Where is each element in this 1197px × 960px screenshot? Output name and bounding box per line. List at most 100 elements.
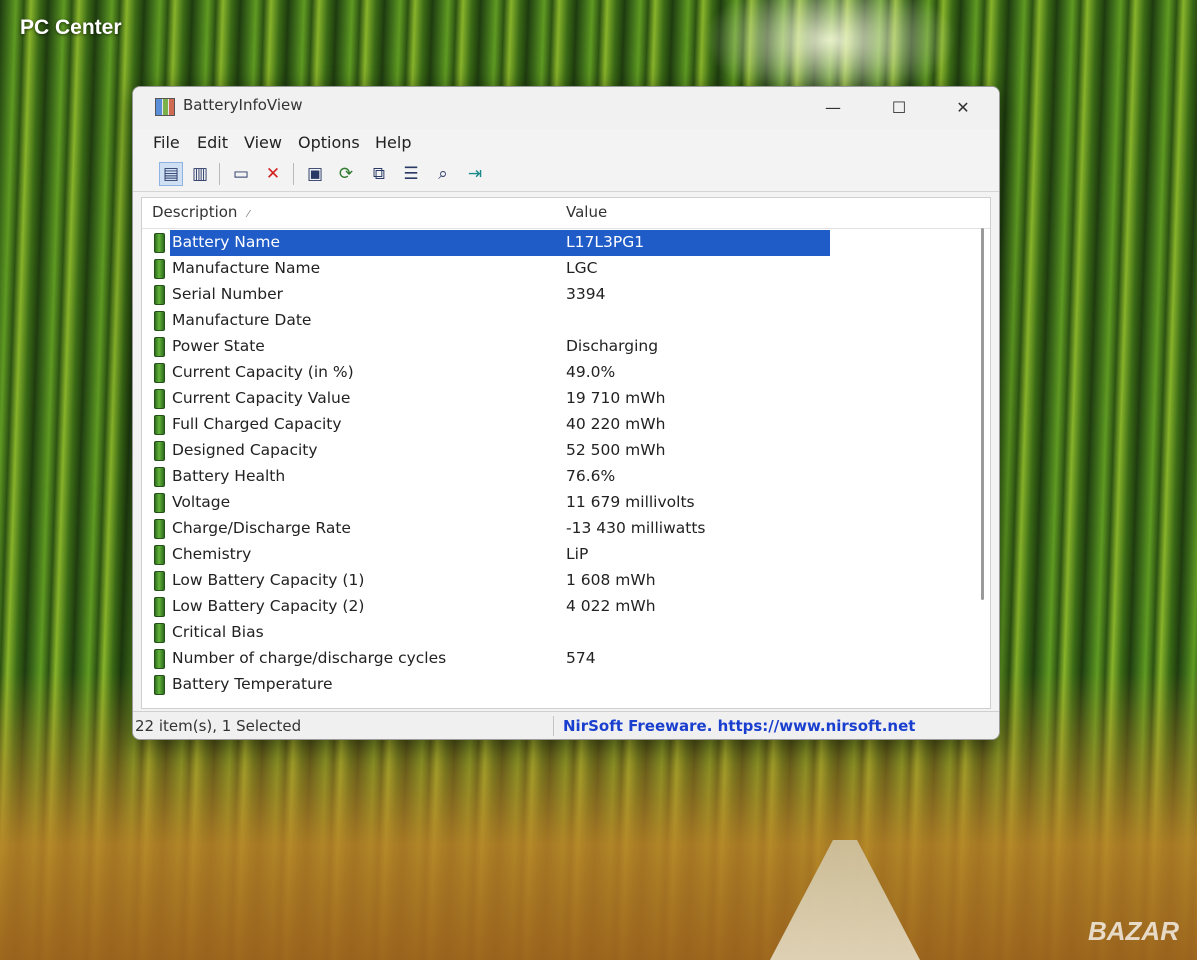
row-description: Low Battery Capacity (1) — [172, 571, 365, 589]
table-row[interactable]: Battery Name L17L3PG1 — [142, 230, 972, 256]
table-row[interactable]: Current Capacity (in %) 49.0% — [142, 360, 972, 386]
row-description: Battery Name — [172, 233, 281, 251]
row-value: 11 679 millivolts — [566, 493, 695, 511]
refresh-icon[interactable]: ⟳ — [334, 162, 358, 186]
table-row[interactable]: Battery Temperature — [142, 672, 972, 698]
column-description-label: Description — [152, 203, 238, 221]
table-row[interactable]: Low Battery Capacity (2) 4 022 mWh — [142, 594, 972, 620]
row-description: Manufacture Name — [172, 259, 321, 277]
exit-icon[interactable]: ⇥ — [463, 162, 487, 186]
watermark-logo-bottom: BAZAR — [1088, 916, 1179, 946]
battery-info-window: BatteryInfoView — ☐ ✕ File Edit View Opt… — [132, 86, 1000, 740]
close-button[interactable]: ✕ — [943, 95, 983, 121]
battery-icon — [154, 389, 165, 409]
minimize-button[interactable]: — — [813, 95, 853, 121]
row-description: Voltage — [172, 493, 231, 511]
table-row[interactable]: Full Charged Capacity 40 220 mWh — [142, 412, 972, 438]
toolbar-separator — [219, 163, 220, 185]
battery-icon — [154, 623, 165, 643]
table-row[interactable]: Voltage 11 679 millivolts — [142, 490, 972, 516]
table-row[interactable]: Designed Capacity 52 500 mWh — [142, 438, 972, 464]
table-row[interactable]: Critical Bias — [142, 620, 972, 646]
properties-icon[interactable]: ☰ — [399, 162, 423, 186]
battery-icon — [154, 259, 165, 279]
table-row[interactable]: Charge/Discharge Rate -13 430 milliwatts — [142, 516, 972, 542]
row-description: Battery Temperature — [172, 675, 333, 693]
row-description: Current Capacity (in %) — [172, 363, 354, 381]
row-value: 19 710 mWh — [566, 389, 666, 407]
battery-icon — [154, 363, 165, 383]
row-description: Full Charged Capacity — [172, 415, 342, 433]
watermark-logo-top: PC Center — [20, 16, 122, 39]
battery-icon — [154, 311, 165, 331]
table-row[interactable]: Low Battery Capacity (1) 1 608 mWh — [142, 568, 972, 594]
row-description: Critical Bias — [172, 623, 264, 641]
log-view-icon[interactable]: ▥ — [188, 162, 212, 186]
menu-edit[interactable]: Edit — [197, 133, 228, 152]
row-description: Battery Health — [172, 467, 286, 485]
delete-icon[interactable]: ✕ — [261, 162, 285, 186]
details-view-icon[interactable]: ▤ — [159, 162, 183, 186]
row-description: Low Battery Capacity (2) — [172, 597, 365, 615]
column-header-description[interactable]: Description ⁄ — [152, 203, 249, 221]
window-icon[interactable]: ▭ — [229, 162, 253, 186]
row-value: -13 430 milliwatts — [566, 519, 706, 537]
row-value: 1 608 mWh — [566, 571, 656, 589]
menu-options[interactable]: Options — [298, 133, 360, 152]
row-value: 4 022 mWh — [566, 597, 656, 615]
status-bar: 22 item(s), 1 Selected NirSoft Freeware.… — [133, 711, 999, 739]
row-description: Manufacture Date — [172, 311, 312, 329]
table-row[interactable]: Manufacture Date — [142, 308, 972, 334]
table-row[interactable]: Number of charge/discharge cycles 574 — [142, 646, 972, 672]
save-icon[interactable]: ▣ — [303, 162, 327, 186]
table-row[interactable]: Chemistry LiP — [142, 542, 972, 568]
table-row[interactable]: Manufacture Name LGC — [142, 256, 972, 282]
menu-file[interactable]: File — [153, 133, 180, 152]
column-header-value[interactable]: Value — [566, 203, 607, 221]
title-bar[interactable]: BatteryInfoView — ☐ ✕ — [133, 87, 999, 129]
nirsoft-link[interactable]: NirSoft Freeware. https://www.nirsoft.ne… — [563, 717, 915, 735]
row-description: Power State — [172, 337, 265, 355]
window-title: BatteryInfoView — [183, 96, 303, 114]
row-value: 40 220 mWh — [566, 415, 666, 433]
list-header: Description ⁄ Value — [142, 198, 990, 229]
menu-view[interactable]: View — [244, 133, 282, 152]
battery-icon — [154, 441, 165, 461]
row-description: Serial Number — [172, 285, 284, 303]
menu-help[interactable]: Help — [375, 133, 411, 152]
toolbar-separator — [293, 163, 294, 185]
row-value: LiP — [566, 545, 589, 563]
row-value: 52 500 mWh — [566, 441, 666, 459]
find-icon[interactable]: ⌕ — [431, 162, 455, 186]
row-value: 574 — [566, 649, 596, 667]
vertical-scrollbar[interactable] — [981, 228, 984, 600]
table-row[interactable]: Power State Discharging — [142, 334, 972, 360]
battery-icon — [154, 467, 165, 487]
battery-icon — [154, 675, 165, 695]
table-row[interactable]: Current Capacity Value 19 710 mWh — [142, 386, 972, 412]
battery-icon — [154, 285, 165, 305]
copy-icon[interactable]: ⧉ — [367, 162, 391, 186]
table-row[interactable]: Battery Health 76.6% — [142, 464, 972, 490]
row-value: LGC — [566, 259, 598, 277]
battery-icon — [154, 597, 165, 617]
maximize-button[interactable]: ☐ — [879, 95, 919, 121]
battery-icon — [154, 233, 165, 253]
battery-info-list[interactable]: Description ⁄ Value Battery Name L17L3PG1… — [141, 197, 991, 709]
row-description: Charge/Discharge Rate — [172, 519, 351, 537]
row-value: 76.6% — [566, 467, 616, 485]
row-value: Discharging — [566, 337, 659, 355]
row-value: 49.0% — [566, 363, 616, 381]
battery-icon — [154, 545, 165, 565]
battery-icon — [154, 337, 165, 357]
menu-bar: File Edit View Options Help — [133, 129, 999, 155]
sort-arrow-icon: ⁄ — [247, 209, 250, 220]
app-icon — [155, 98, 175, 116]
battery-icon — [154, 415, 165, 435]
status-separator — [553, 716, 554, 736]
row-description: Chemistry — [172, 545, 252, 563]
battery-icon — [154, 493, 165, 513]
table-row[interactable]: Serial Number 3394 — [142, 282, 972, 308]
row-value: 3394 — [566, 285, 606, 303]
row-description: Designed Capacity — [172, 441, 318, 459]
